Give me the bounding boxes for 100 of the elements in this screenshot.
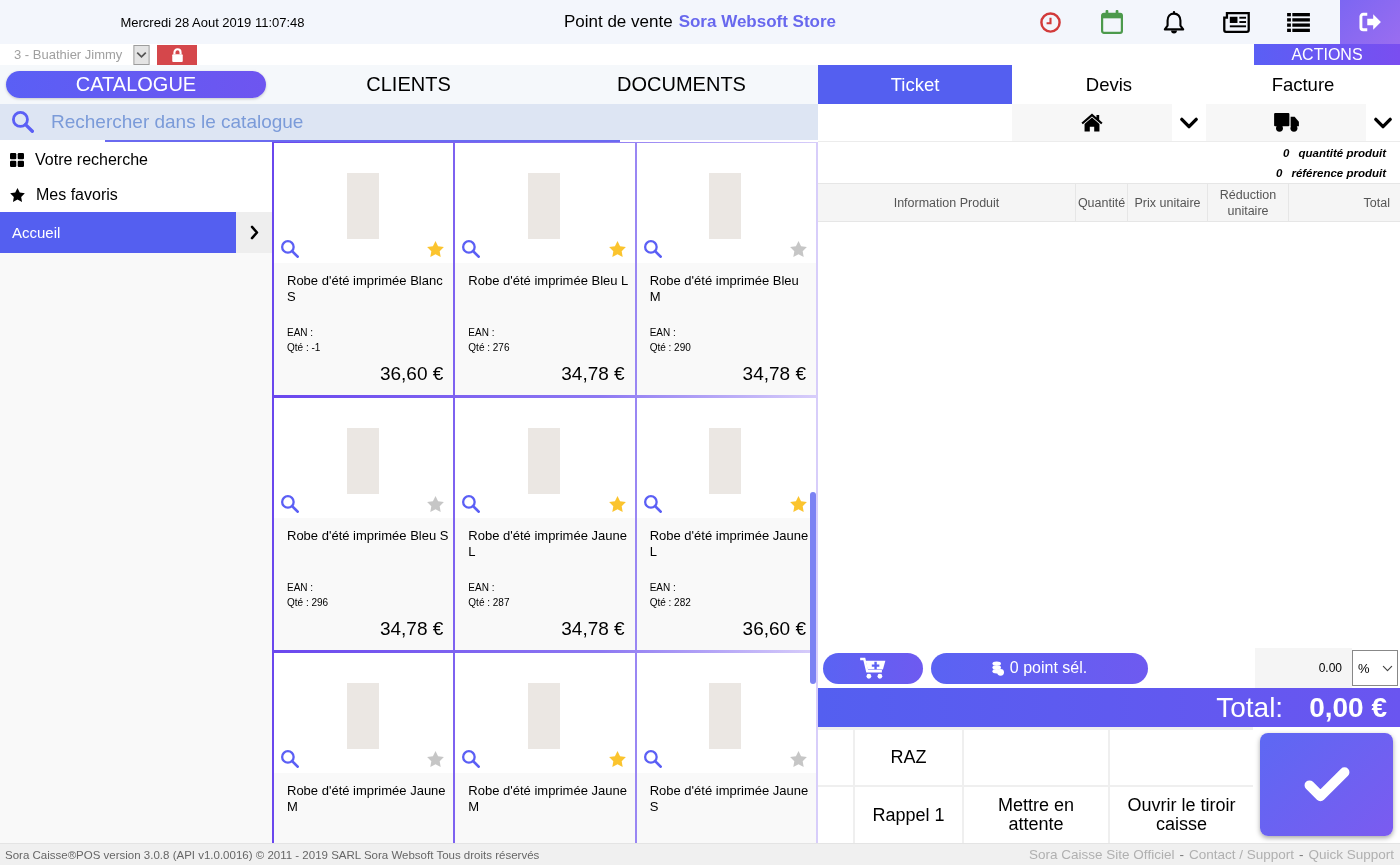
product-name: Robe d'été imprimée Bleu M [649,273,800,305]
count-label: référence produit [1291,165,1386,181]
star-icon[interactable] [790,751,807,767]
search-icon[interactable] [462,750,481,768]
photo-placeholder [346,428,379,494]
validate-button[interactable] [1260,733,1393,836]
tab[interactable]: Ticket [818,65,1012,104]
product-card[interactable]: Robe d'été imprimée Jaune M [274,653,454,843]
product-card[interactable]: Robe d'été imprimée Jaune L EAN : Qté : 287 34,78 € [455,398,635,650]
ean-label: EAN : [649,581,677,595]
search-icon[interactable] [462,240,481,258]
newspaper-icon[interactable] [1222,11,1250,33]
logout-button[interactable] [1340,0,1400,44]
chevron-down-icon [1382,664,1393,672]
sidebar-item[interactable]: Votre recherche [0,142,272,177]
stock-quantity: Qté : 282 [649,596,692,610]
checkmark-icon [1303,767,1350,802]
coins-icon [991,660,1004,676]
tab[interactable]: DOCUMENTS [545,71,818,98]
bell-icon[interactable] [1163,10,1185,34]
count-value: 0 [1283,145,1290,161]
sidebar-item[interactable]: Accueil [0,212,236,253]
tab[interactable]: CLIENTS [272,71,545,98]
star-icon[interactable] [608,496,626,512]
expand-button[interactable] [236,212,272,253]
stock-quantity: Qté : 296 [287,596,330,610]
search-icon[interactable] [643,750,662,768]
product-name: Robe d'été imprimée Bleu S [287,528,450,545]
points-button[interactable]: 0 point sél. [931,652,1148,684]
total-value: 0,00 € [1309,691,1387,724]
product-price: 34,78 € [378,618,445,640]
search-icon[interactable] [643,495,662,513]
action-button[interactable]: RAZ [855,730,962,785]
chevron-down-icon [1373,116,1393,129]
unit-select[interactable]: % [1352,650,1398,686]
action-button[interactable]: Mettre en attente [964,787,1108,843]
discount-field[interactable]: 0.00 [1255,648,1352,688]
cart-plus-icon [860,657,886,679]
star-icon[interactable] [790,496,807,512]
product-card[interactable]: Robe d'été imprimée Bleu M EAN : Qté : 290 34,78 € [636,143,816,395]
photo-placeholder [346,173,379,239]
tab[interactable]: CATALOGUE [6,71,266,98]
sidebar-item[interactable]: Mes favoris [0,177,272,212]
product-price: 36,60 € [378,363,445,385]
lock-button[interactable] [157,44,198,65]
lock-icon [171,47,183,62]
action-button[interactable]: Ouvrir le tiroir caisse [1110,787,1253,843]
product-card[interactable]: Robe d'été imprimée Jaune S [636,653,816,843]
actions-tab[interactable]: ACTIONS [1254,44,1400,65]
chevron-right-icon [249,225,259,240]
calendar-icon[interactable] [1101,10,1123,34]
search-icon[interactable] [643,240,662,258]
star-icon[interactable] [427,496,445,512]
clock-icon[interactable] [1039,11,1061,33]
product-card[interactable]: Robe d'été imprimée Bleu S EAN : Qté : 296 34,78 € [274,398,454,650]
photo-placeholder [528,683,560,749]
product-card[interactable]: Robe d'été imprimée Blanc S EAN : Qté : -1 36,60 € [274,143,454,395]
add-to-cart-button[interactable] [823,652,923,684]
search-icon[interactable] [281,750,299,768]
photo-placeholder [709,683,742,749]
stock-quantity: Qté : 276 [468,341,511,355]
column-header: Information Produit [818,184,1076,221]
column-header: Quantité [1076,184,1128,221]
page-title: Point de vente [563,12,673,32]
product-price: 34,78 € [741,363,807,385]
search-icon[interactable] [281,240,299,258]
star-icon[interactable] [790,241,807,257]
product-price: 34,78 € [560,618,626,640]
search-icon[interactable] [281,495,299,513]
empty-action-slot [818,730,853,785]
product-name: Robe d'été imprimée Jaune S [649,783,810,815]
star-icon[interactable] [608,241,626,257]
product-card[interactable]: Robe d'été imprimée Jaune L EAN : Qté : 282 36,60 € [636,398,816,650]
scrollbar-thumb[interactable] [810,492,816,684]
link-separator: - [1298,847,1304,862]
star-icon[interactable] [608,751,626,767]
list-icon[interactable] [1286,12,1310,32]
product-name: Robe d'été imprimée Jaune M [287,783,447,815]
photo-placeholder [528,173,560,239]
search-icon[interactable] [462,495,481,513]
star-icon[interactable] [427,241,445,257]
photo-placeholder [346,683,379,749]
ean-label: EAN : [287,581,315,595]
truck-icon [1273,113,1299,132]
photo-placeholder [528,428,560,494]
product-name: Robe d'été imprimée Jaune L [468,528,628,560]
search-field[interactable]: Rechercher dans le catalogue [51,107,806,137]
date-time: Mercredi 28 Aout 2019 11:07:48 [120,14,305,30]
product-card[interactable]: Robe d'été imprimée Jaune M [455,653,635,843]
star-icon [10,187,25,202]
search-bar[interactable]: Rechercher dans le catalogue [0,104,818,140]
ean-label: EAN : [287,326,315,340]
product-price: 36,60 € [741,618,807,640]
action-button[interactable]: Rappel 1 [855,787,962,843]
ean-label: EAN : [649,326,677,340]
stock-quantity: Qté : 287 [468,596,511,610]
product-card[interactable]: Robe d'été imprimée Bleu L EAN : Qté : 276 34,78 € [455,143,635,395]
star-icon[interactable] [427,751,445,767]
empty-action-slot [818,787,853,843]
product-name: Robe d'été imprimée Jaune M [468,783,628,815]
